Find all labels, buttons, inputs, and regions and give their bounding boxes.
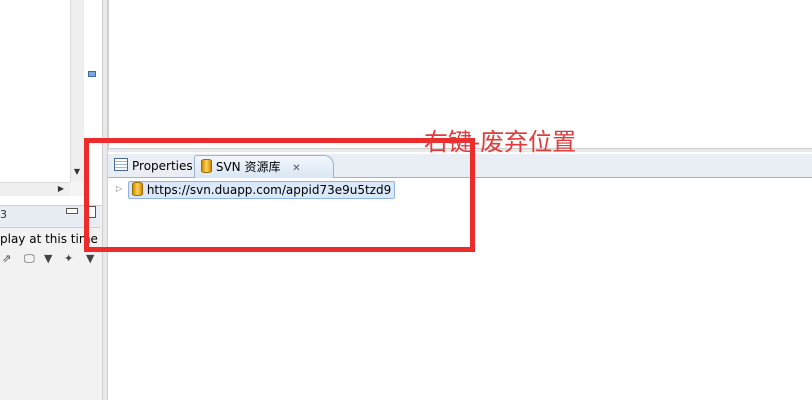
left-vertical-scrollbar[interactable]	[70, 0, 84, 182]
view-menu-icon[interactable]: ▼	[86, 252, 94, 265]
scroll-position-marker[interactable]	[88, 71, 96, 77]
left-tab-label[interactable]: 3	[0, 208, 7, 221]
left-view-toolbar: ⇗ 🖵 ▼ ✦ ▼	[0, 252, 100, 270]
annotation-text: 右键-废弃位置	[424, 128, 577, 156]
dropdown-arrow-icon[interactable]: ▼	[44, 252, 52, 265]
export-icon[interactable]: ⇗	[2, 252, 11, 265]
scroll-right-arrow-icon[interactable]: ▶	[56, 183, 66, 195]
highlight-box	[84, 138, 475, 252]
minimize-icon[interactable]	[66, 208, 78, 214]
monitor-icon[interactable]: 🖵	[24, 252, 35, 266]
scrollbar-corner	[70, 182, 84, 196]
scroll-down-arrow-icon[interactable]: ▼	[72, 166, 82, 178]
new-item-icon[interactable]: ✦	[64, 252, 73, 265]
